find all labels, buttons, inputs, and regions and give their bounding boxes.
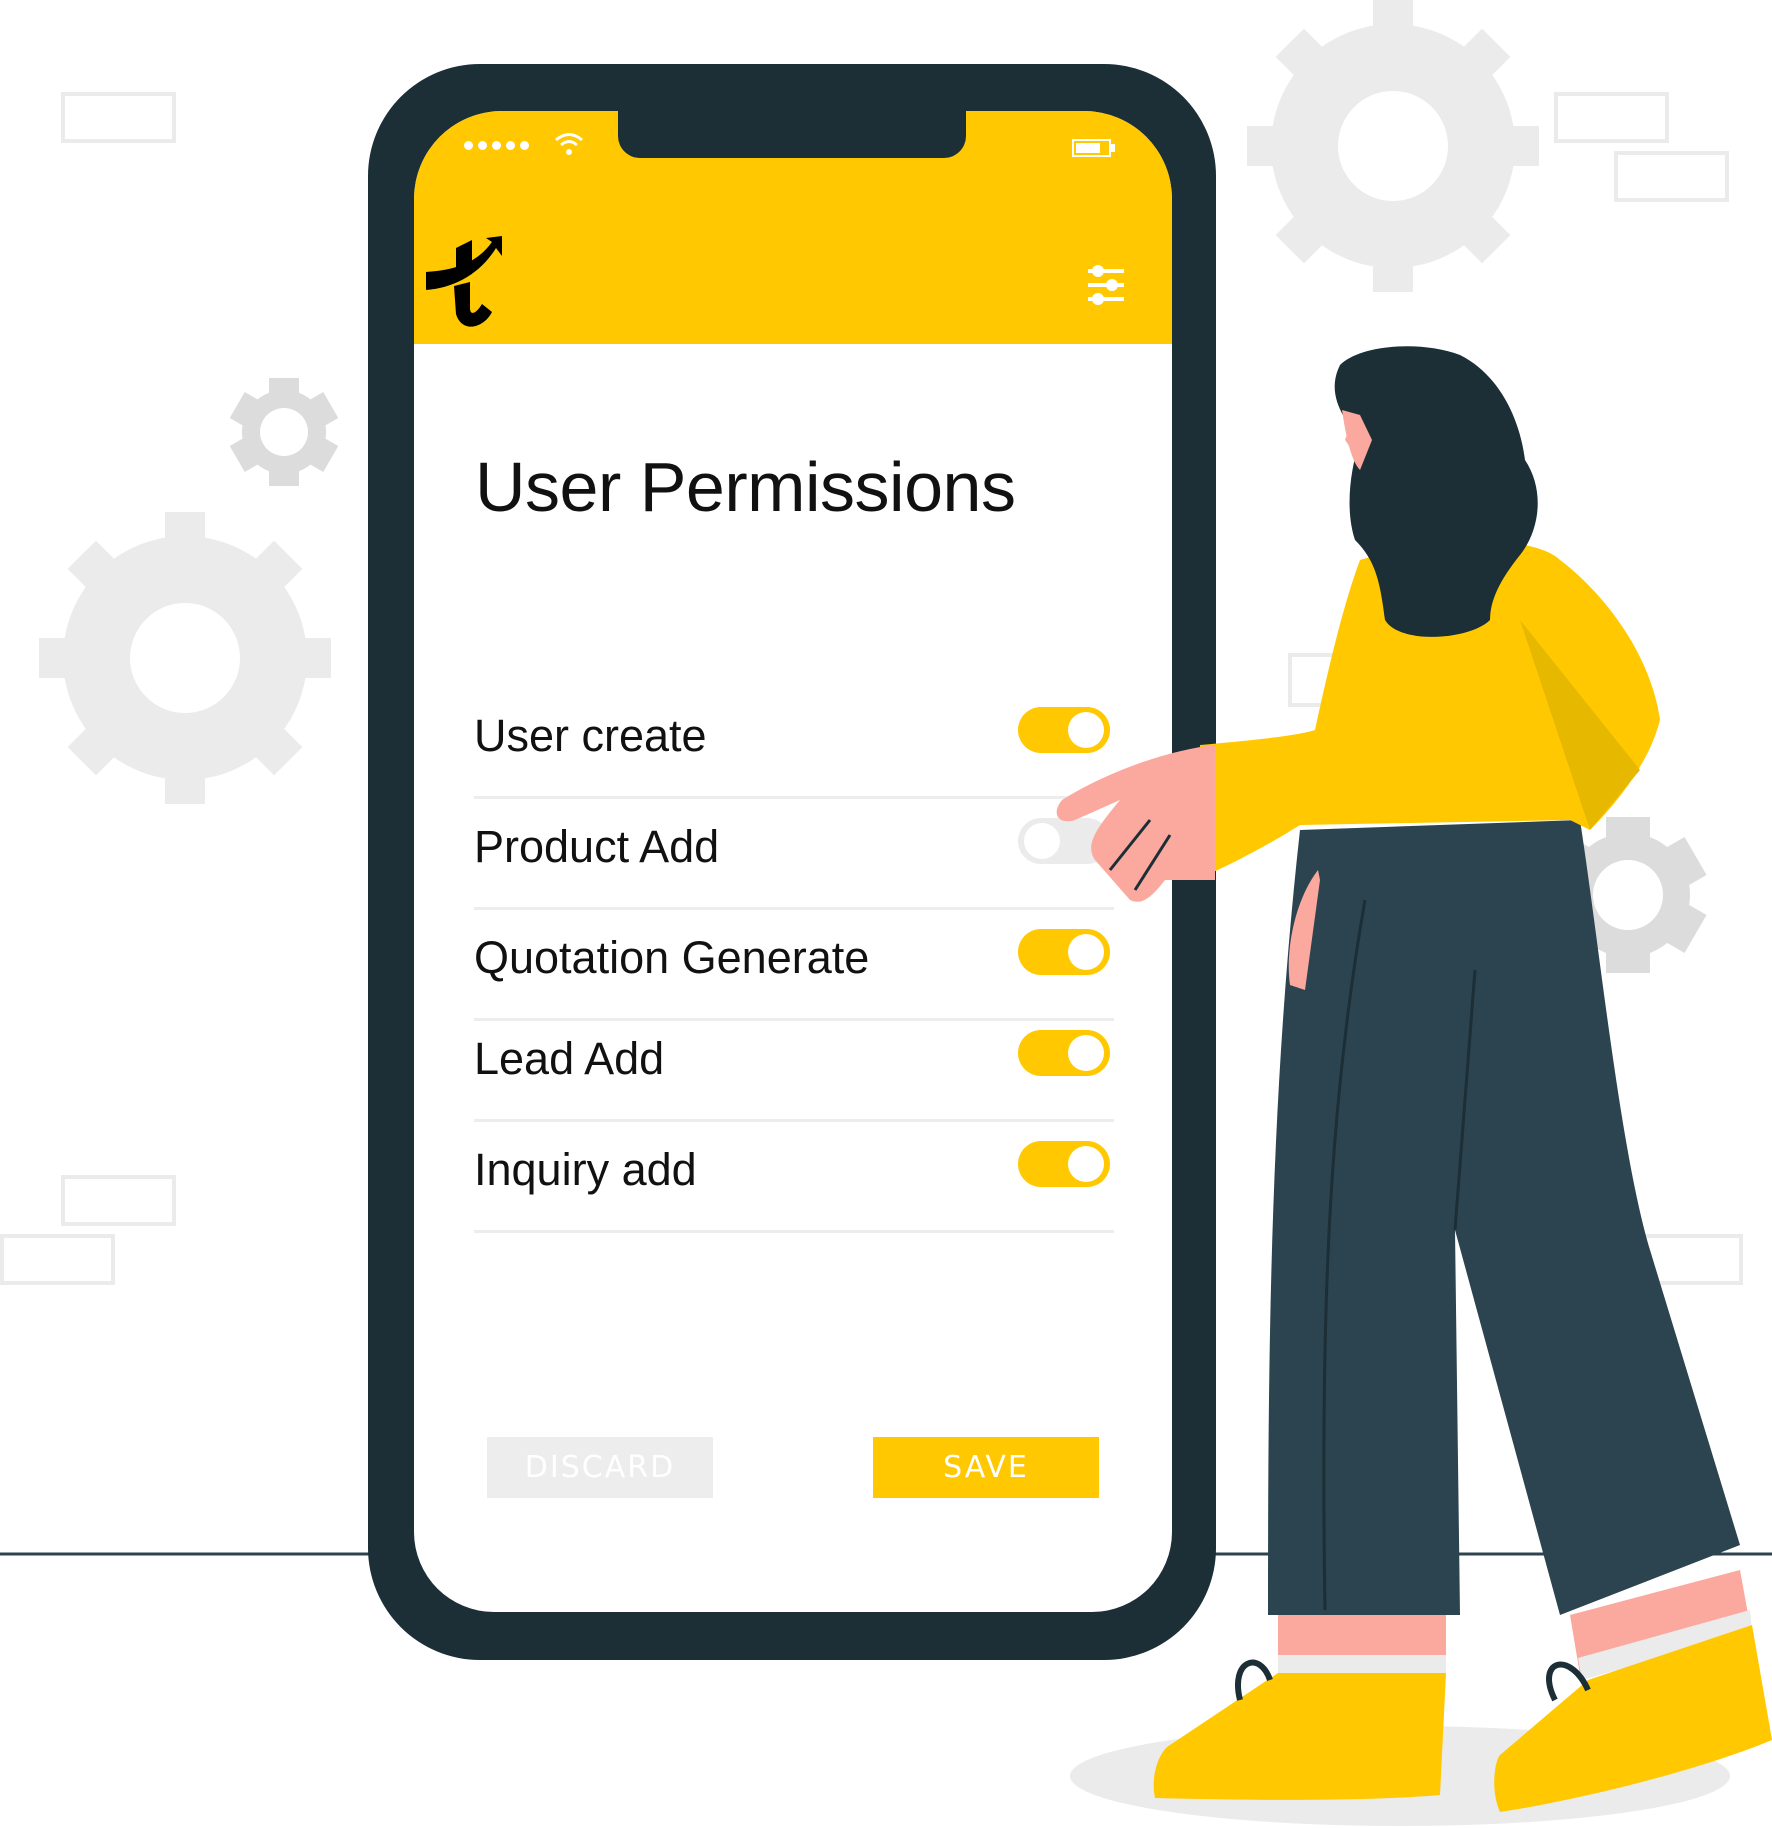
- gear-icon-small-left: [229, 378, 339, 486]
- permission-toggle-inquiry-add[interactable]: [1018, 1141, 1110, 1187]
- toggle-knob: [1068, 1146, 1104, 1182]
- phone-screen: User Permissions User create Product Add…: [414, 111, 1172, 1612]
- permission-label: Lead Add: [474, 1033, 665, 1084]
- phone-notch: [618, 111, 966, 158]
- permission-row-inquiry-add: Inquiry add: [474, 1122, 1114, 1233]
- toggle-knob: [1068, 712, 1104, 748]
- sliders-filter-icon[interactable]: [1086, 263, 1126, 307]
- permission-row-lead-add: Lead Add: [474, 1011, 1114, 1122]
- permission-toggle-product-add[interactable]: [1018, 818, 1110, 864]
- discard-button[interactable]: DISCARD: [487, 1437, 713, 1498]
- gear-icon-large-top-right: [1247, 0, 1539, 292]
- permission-row-quotation-generate: Quotation Generate: [474, 910, 1114, 1021]
- wifi-icon: [555, 133, 583, 155]
- permission-label: Product Add: [474, 821, 720, 872]
- save-button[interactable]: SAVE: [873, 1437, 1099, 1498]
- battery-icon: [1072, 139, 1115, 157]
- toggle-knob: [1024, 823, 1060, 859]
- toggle-knob: [1068, 1035, 1104, 1071]
- permission-row-product-add: Product Add: [474, 799, 1114, 910]
- gear-icon-small-right: [1549, 817, 1707, 973]
- permission-row-user-create: User create: [474, 688, 1114, 799]
- floor-shadow: [1070, 1726, 1730, 1826]
- permission-label: Inquiry add: [474, 1144, 697, 1195]
- brand-t-arrow-logo: [426, 236, 502, 327]
- gear-icon-large-left: [39, 512, 331, 804]
- signal-dots-icon: [464, 141, 529, 150]
- toggle-knob: [1068, 934, 1104, 970]
- row-divider: [474, 1230, 1114, 1233]
- permission-toggle-user-create[interactable]: [1018, 707, 1110, 753]
- permission-toggle-lead-add[interactable]: [1018, 1030, 1110, 1076]
- permission-label: User create: [474, 710, 707, 761]
- page-title: User Permissions: [475, 448, 1016, 526]
- permission-label: Quotation Generate: [474, 932, 870, 983]
- permission-toggle-quotation-generate[interactable]: [1018, 929, 1110, 975]
